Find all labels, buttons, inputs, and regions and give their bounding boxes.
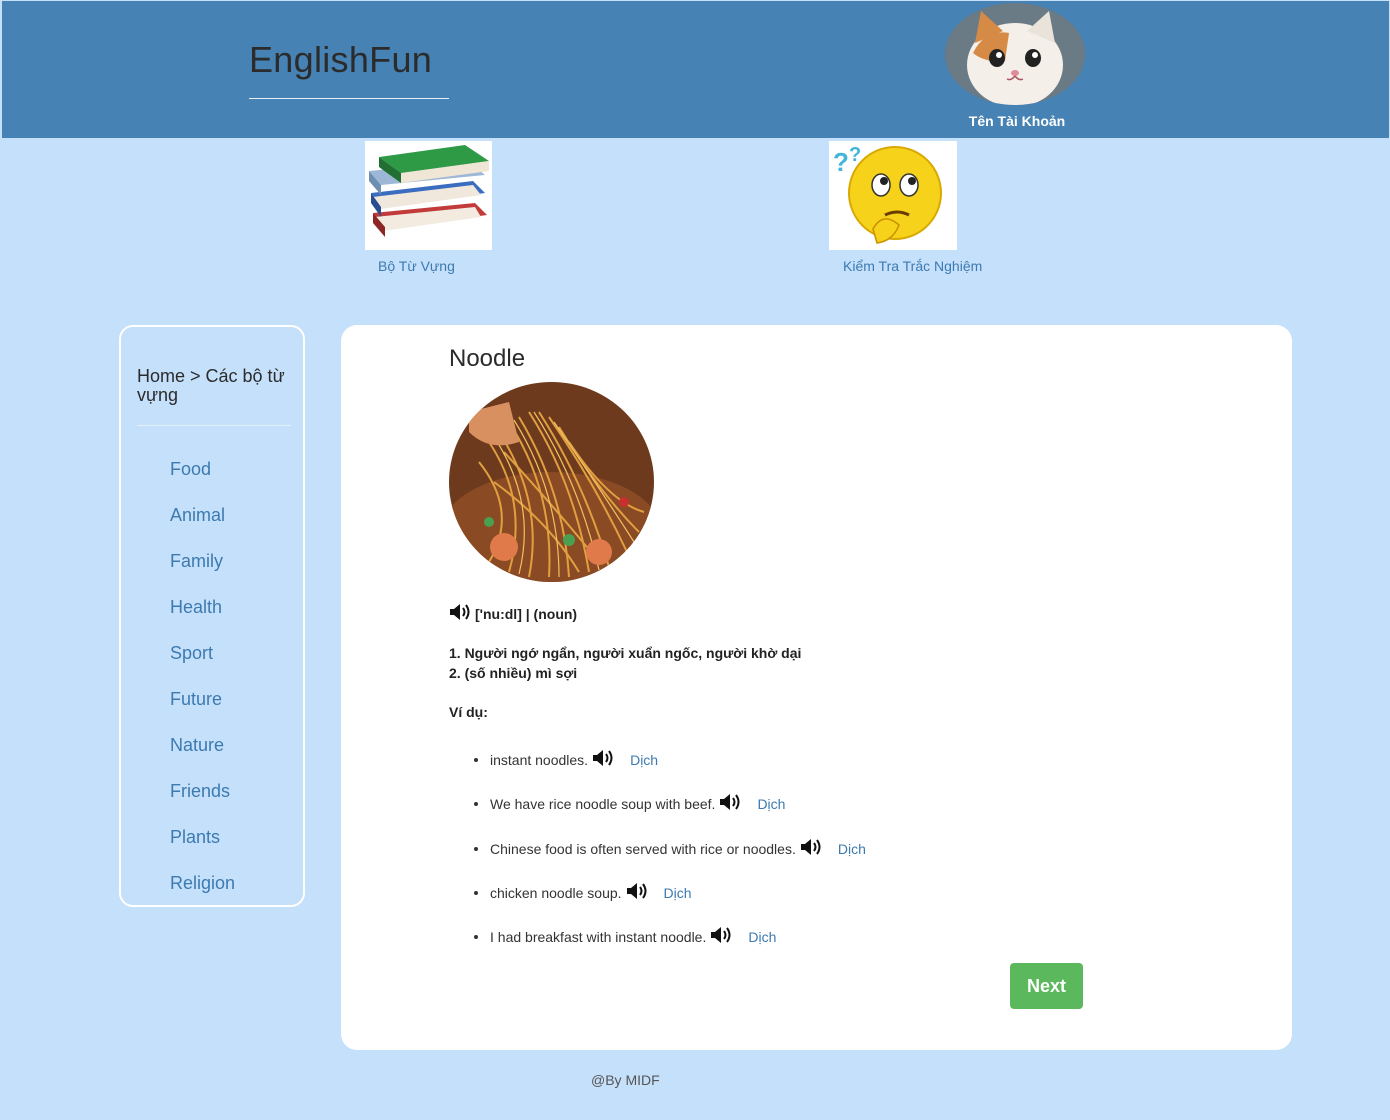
example-item: We have rice noodle soup with beef. Dịch [474,793,785,814]
example-text: We have rice noodle soup with beef. [490,795,716,812]
thinking-face-icon: ? ? [829,141,957,250]
svg-text:?: ? [833,147,849,177]
brand-logo-text[interactable]: EnglishFun [249,39,432,81]
books-icon [365,141,492,250]
sidebar-item-plants[interactable]: Plants [170,827,220,848]
meaning-1: 1. Người ngớ ngẩn, người xuẩn ngốc, ngườ… [449,645,802,661]
speaker-icon[interactable] [592,749,614,770]
sidebar-item-food[interactable]: Food [170,459,211,480]
brand-underline [249,98,449,99]
translate-link[interactable]: Dịch [748,929,776,945]
example-text: Chinese food is often served with rice o… [490,840,796,857]
translate-link[interactable]: Dịch [838,841,866,857]
noodle-photo-icon [449,382,654,582]
sidebar-divider [137,425,291,426]
footer-credit: @By MIDF [591,1072,660,1088]
speaker-icon[interactable] [449,603,471,624]
nav-link-vocab-sets[interactable]: Bộ Từ Vựng [378,258,455,274]
word-card: Noodle ['nu:dl] | (noun) 1. Người ngớ ng… [341,325,1292,1050]
quiz-tile[interactable]: ? ? [829,141,957,250]
sidebar-item-nature[interactable]: Nature [170,735,224,756]
sidebar-item-animal[interactable]: Animal [170,505,225,526]
sidebar-item-religion[interactable]: Religion [170,873,235,894]
translate-link[interactable]: Dịch [757,796,785,812]
sidebar-item-friends[interactable]: Friends [170,781,230,802]
meaning-2: 2. (số nhiều) mì sợi [449,665,578,681]
example-item: Chinese food is often served with rice o… [474,838,866,859]
bullet [474,934,478,939]
bullet [474,890,478,895]
svg-text:?: ? [849,144,861,166]
example-text: I had breakfast with instant noodle. [490,928,707,945]
speaker-icon[interactable] [719,793,741,814]
phonetic-text: ['nu:dl] | (noun) [475,605,578,622]
example-text: instant noodles. [490,751,589,768]
breadcrumb[interactable]: Home > Các bộ từ vựng [137,367,297,405]
translate-link[interactable]: Dịch [664,885,692,901]
word-title: Noodle [449,345,526,372]
bullet [474,757,478,762]
bullet [474,846,478,851]
example-text: chicken noodle soup. [490,884,622,901]
top-header: EnglishFun Tên Tài Khoản [2,1,1389,138]
sidebar: Home > Các bộ từ vựng Food Animal Family… [119,325,305,907]
bullet [474,801,478,806]
speaker-icon[interactable] [626,882,648,903]
phonetic-row: ['nu:dl] | (noun) [449,603,577,624]
sidebar-item-future[interactable]: Future [170,689,222,710]
speaker-icon[interactable] [800,838,822,859]
meanings: 1. Người ngớ ngẩn, người xuẩn ngốc, ngườ… [449,643,801,683]
account-name[interactable]: Tên Tài Khoản [942,113,1092,129]
examples-label: Ví dụ: [449,704,488,720]
speaker-icon[interactable] [710,926,732,947]
next-button[interactable]: Next [1010,963,1083,1009]
noodle-image [449,382,654,582]
cat-avatar-icon [945,3,1085,105]
example-item: I had breakfast with instant noodle. Dịc… [474,926,776,947]
example-item: instant noodles. Dịch [474,749,658,770]
avatar[interactable] [945,3,1085,105]
sidebar-item-sport[interactable]: Sport [170,643,213,664]
translate-link[interactable]: Dịch [630,752,658,768]
sidebar-item-health[interactable]: Health [170,597,222,618]
nav-link-quiz[interactable]: Kiểm Tra Trắc Nghiệm [843,258,982,274]
example-item: chicken noodle soup. Dịch [474,882,692,903]
vocab-sets-tile[interactable] [365,141,492,250]
sidebar-item-family[interactable]: Family [170,551,223,572]
